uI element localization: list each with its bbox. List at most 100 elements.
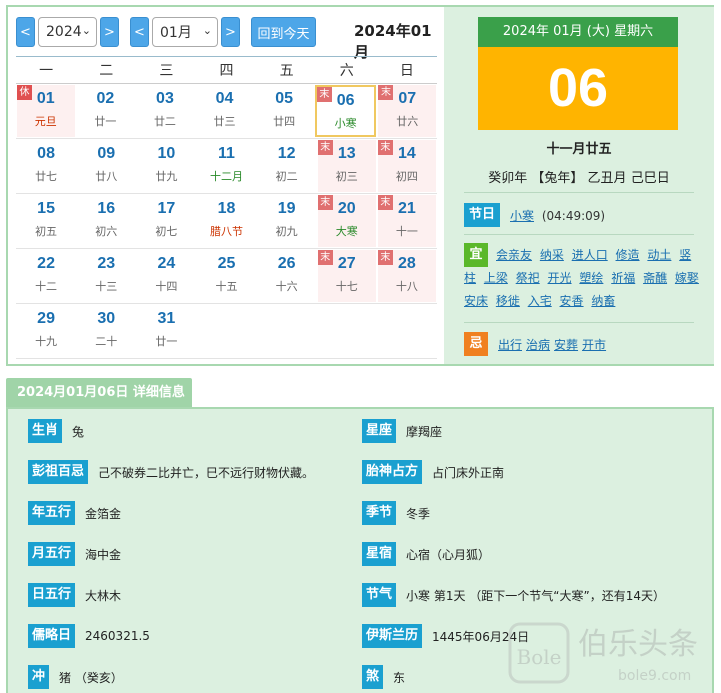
yi-item-link[interactable]: 嫁娶 [675, 271, 699, 285]
yi-item-link[interactable]: 斋醮 [643, 271, 667, 285]
day-cell[interactable]: 末 06 小寒 [314, 85, 377, 137]
yi-item-link[interactable]: 进人口 [572, 248, 608, 262]
yi-item-link[interactable]: 修造 [616, 248, 640, 262]
day-cell[interactable]: 02 廿一 [77, 85, 135, 137]
ji-item-link[interactable]: 出行 [498, 338, 522, 352]
detail-label: 伊斯兰历 [362, 624, 423, 648]
day-cell[interactable]: 24 十四 [137, 250, 195, 302]
day-cell[interactable]: 10 廿九 [137, 140, 195, 192]
yi-item-link[interactable]: 移徙 [496, 294, 520, 308]
day-cell[interactable]: 05 廿四 [255, 85, 313, 137]
detail-item: 冲猪 （癸亥） [28, 665, 123, 689]
yi-list: 会亲友 纳采 进人口 修造 动土 竖柱 上梁 祭祀 开光 塑绘 祈福 斋醮 嫁娶… [464, 244, 704, 313]
yi-item-link[interactable]: 祈福 [611, 271, 635, 285]
detail-label: 彭祖百忌 [28, 460, 89, 484]
yi-item-link[interactable]: 上梁 [484, 271, 508, 285]
week-row: 15 初五 16 初六 17 初七 18 腊八节 19 初九 末 20 大寒末 21 十一 [16, 194, 437, 249]
ji-item-link[interactable]: 开市 [582, 338, 606, 352]
year-select-value: 2024 [46, 24, 82, 40]
ganzhi-text: 癸卯年 【兔年】 乙丑月 己巳日 [488, 171, 670, 186]
ji-item-link[interactable]: 安葬 [554, 338, 578, 352]
prev-year-button[interactable]: < [16, 17, 35, 47]
weekday-label: 六 [339, 63, 354, 79]
day-cell[interactable]: 末 14 初四 [377, 140, 436, 192]
detail-value: 己不破券二比并亡，巳不远行财物伏藏。 [98, 465, 315, 480]
day-number: 18 [217, 200, 236, 217]
lunar-day: 腊八节 [209, 225, 243, 238]
detail-item: 月五行 海中金 [28, 542, 121, 566]
lunar-day: 廿一 [155, 335, 178, 348]
yi-item-link[interactable]: 入宅 [528, 294, 552, 308]
yi-item-link[interactable]: 动土 [647, 248, 671, 262]
ji-item-link[interactable]: 治病 [526, 338, 550, 352]
back-to-today-button[interactable]: 回到今天 [251, 17, 316, 47]
day-cell[interactable]: 15 初五 [17, 195, 75, 247]
year-select[interactable]: 2024 ⌄ [38, 17, 97, 47]
day-cell[interactable]: 12 初二 [258, 140, 316, 192]
detail-item: 生肖兔 [28, 419, 84, 443]
day-cell[interactable]: 末 28 十八 [377, 250, 436, 302]
detail-item: 伊斯兰历 1445年06月24日 [362, 624, 529, 648]
day-tag-badge: 末 [377, 195, 393, 210]
lunar-day: 初七 [155, 225, 178, 238]
day-cell[interactable]: 26 十六 [258, 250, 316, 302]
day-cell[interactable]: 末 20 大寒 [317, 195, 376, 247]
selected-day-number: 06 [478, 47, 678, 130]
yi-item-link[interactable]: 开光 [548, 271, 572, 285]
day-cell[interactable]: 09 廿八 [77, 140, 135, 192]
day-number: 16 [97, 200, 116, 217]
detail-label: 煞 [362, 665, 384, 689]
day-cell[interactable]: 03 廿二 [136, 85, 194, 137]
day-cell[interactable]: 末 07 廿六 [378, 85, 437, 137]
day-cell[interactable]: 30 二十 [77, 305, 135, 357]
detail-item: 煞东 [362, 665, 405, 689]
day-tag-badge: 末 [317, 250, 333, 265]
detail-item: 儒略日 2460321.5 [28, 624, 150, 648]
lunar-day: 初三 [335, 170, 358, 183]
day-cell[interactable]: 17 初七 [137, 195, 195, 247]
day-cell[interactable]: 19 初九 [258, 195, 316, 247]
festival-link[interactable]: 小寒 [510, 209, 534, 223]
lunar-day: 廿二 [153, 115, 176, 128]
yi-item-link[interactable]: 安香 [560, 294, 584, 308]
prev-month-button[interactable]: < [130, 17, 149, 47]
day-number: 10 [157, 145, 176, 162]
yi-item-link[interactable]: 纳采 [540, 248, 564, 262]
yi-item-link[interactable]: 祭祀 [516, 271, 540, 285]
next-year-button[interactable]: > [100, 17, 119, 47]
day-cell[interactable]: 04 廿三 [196, 85, 254, 137]
day-number: 08 [37, 145, 55, 162]
chevron-down-icon: ⌄ [202, 24, 212, 37]
ji-list: 出行 治病 安葬 开市 [498, 336, 698, 353]
day-cell[interactable]: 末 13 初三 [317, 140, 376, 192]
yi-item-link[interactable]: 塑绘 [579, 271, 603, 285]
day-number: 12 [277, 145, 296, 162]
lunar-day: 十三 [95, 280, 118, 293]
day-cell[interactable]: 18 腊八节 [197, 195, 255, 247]
lunar-day: 二十 [95, 335, 118, 348]
day-cell[interactable]: 16 初六 [77, 195, 135, 247]
day-cell[interactable]: 22 十二 [17, 250, 75, 302]
day-cell[interactable]: 休 01 元旦 [17, 85, 75, 137]
lunar-day: 廿九 [155, 170, 178, 183]
lunar-day: 十七 [335, 280, 358, 293]
detail-tab[interactable]: 2024月01月06日 详细信息 [6, 378, 192, 408]
day-number: 17 [157, 200, 176, 217]
day-cell[interactable]: 末 21 十一 [377, 195, 436, 247]
day-number: 24 [157, 255, 176, 272]
next-month-button[interactable]: > [221, 17, 240, 47]
yi-item-link[interactable]: 会亲友 [496, 248, 532, 262]
day-cell[interactable]: 08 廿七 [17, 140, 75, 192]
day-cell[interactable]: 23 十三 [77, 250, 135, 302]
day-cell[interactable]: 末 27 十七 [317, 250, 376, 302]
day-cell[interactable]: 29 十九 [17, 305, 75, 357]
yi-item-link[interactable]: 安床 [464, 294, 488, 308]
yi-item-link[interactable]: 纳畜 [591, 294, 615, 308]
day-cell[interactable]: 11 十二月 [197, 140, 255, 192]
day-tag-badge: 末 [317, 195, 333, 210]
month-select[interactable]: 01月 ⌄ [152, 17, 218, 47]
watermark-logo: Bole 伯乐头条 bole9.com [508, 622, 698, 684]
day-cell[interactable]: 25 十五 [197, 250, 255, 302]
day-cell[interactable]: 31 廿一 [137, 305, 195, 357]
day-number: 15 [37, 200, 55, 217]
